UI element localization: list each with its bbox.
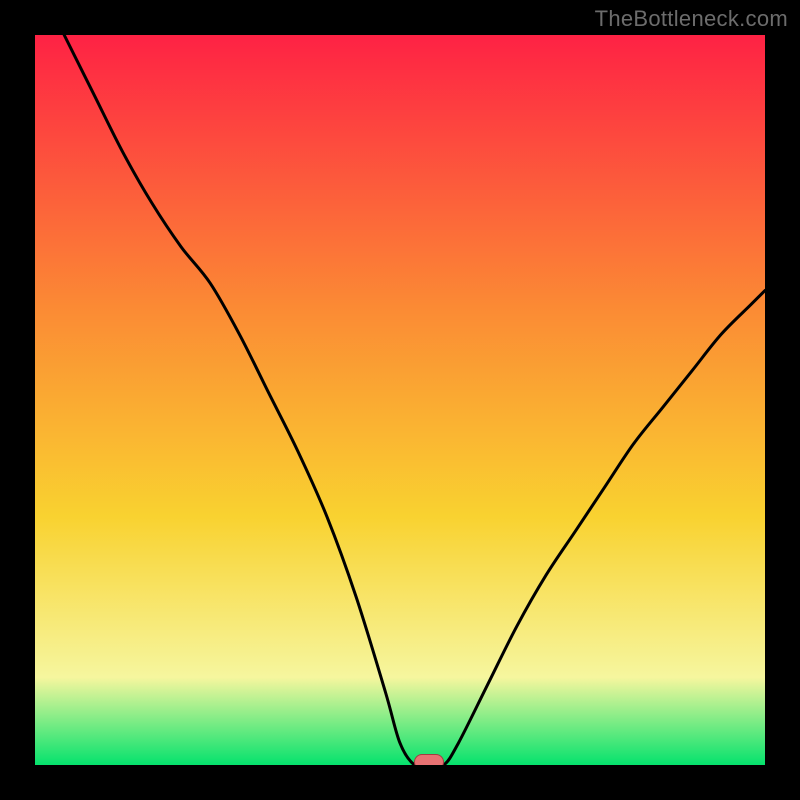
- plot-area: [35, 35, 765, 765]
- gradient-background: [35, 35, 765, 765]
- watermark-label: TheBottleneck.com: [595, 6, 788, 32]
- bottleneck-chart-svg: [35, 35, 765, 765]
- chart-frame: TheBottleneck.com: [0, 0, 800, 800]
- optimal-marker: [414, 754, 444, 765]
